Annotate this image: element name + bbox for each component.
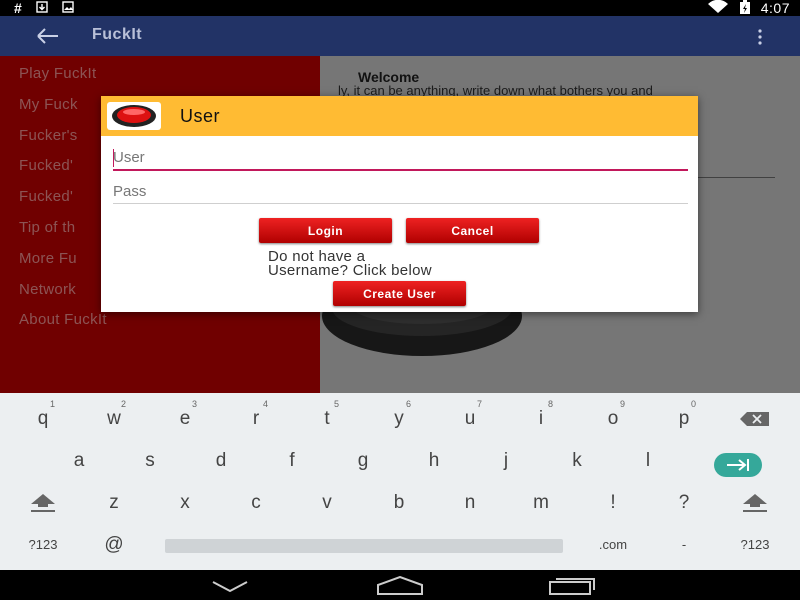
key-b[interactable]: b [369,483,429,523]
dotcom-key[interactable]: .com [583,525,643,565]
login-button[interactable]: Login [259,218,392,243]
soft-keyboard: q1 w2 e3 r4 t5 y6 u7 i8 o9 p0 a s d f g … [0,393,800,570]
wifi-icon [707,0,729,17]
signup-hint-line2: Username? Click below [268,262,432,279]
status-bar: # 4:07 [0,0,800,16]
key-i[interactable]: i8 [511,399,571,439]
cancel-button[interactable]: Cancel [406,218,539,243]
keyboard-row-3: z x c v b n m ! ? [0,483,800,525]
key-n[interactable]: n [440,483,500,523]
back-arrow-icon[interactable] [34,25,62,47]
key-e[interactable]: e3 [155,399,215,439]
shift-icon [743,493,767,512]
key-q[interactable]: q1 [13,399,73,439]
dialog-title: User [180,106,221,126]
symbols-key-right[interactable]: ?123 [725,525,785,565]
key-l[interactable]: l [618,441,678,481]
key-y[interactable]: y6 [369,399,429,439]
backspace-key[interactable] [725,399,785,439]
key-g[interactable]: g [333,441,393,481]
nav-home-icon[interactable] [375,575,425,600]
text-cursor [113,149,114,167]
key-exclamation[interactable]: ! [583,483,643,523]
key-a[interactable]: a [49,441,109,481]
symbols-key-left[interactable]: ?123 [13,525,73,565]
app-logo-icon [107,102,161,130]
key-v[interactable]: v [297,483,357,523]
keyboard-row-1: q1 w2 e3 r4 t5 y6 u7 i8 o9 p0 [0,399,800,441]
key-z[interactable]: z [84,483,144,523]
password-field[interactable] [113,180,688,204]
key-w[interactable]: w2 [84,399,144,439]
key-u[interactable]: u7 [440,399,500,439]
system-nav-bar [0,570,800,600]
key-at[interactable]: @ [84,525,144,565]
shift-key-left[interactable] [13,483,73,523]
key-m[interactable]: m [511,483,571,523]
key-f[interactable]: f [262,441,322,481]
create-user-button[interactable]: Create User [333,281,466,306]
key-s[interactable]: s [120,441,180,481]
battery-charging-icon [739,0,751,17]
key-x[interactable]: x [155,483,215,523]
shift-icon [31,493,55,512]
signup-hint: Do not have a Username? Click below [268,249,558,279]
key-dash[interactable]: - [654,525,714,565]
key-k[interactable]: k [547,441,607,481]
username-field[interactable] [113,147,688,171]
key-j[interactable]: j [476,441,536,481]
download-icon [36,0,48,16]
app-bar: FuckIt [0,16,800,56]
key-d[interactable]: d [191,441,251,481]
hash-icon: # [14,0,22,16]
image-icon [62,0,74,16]
overflow-menu-icon[interactable] [752,26,768,48]
space-bar[interactable] [165,539,563,553]
key-r[interactable]: r4 [226,399,286,439]
key-o[interactable]: o9 [583,399,643,439]
key-h[interactable]: h [404,441,464,481]
tab-next-icon [727,459,749,471]
nav-back-icon[interactable] [209,576,251,599]
backspace-icon [739,408,771,429]
key-t[interactable]: t5 [297,399,357,439]
key-question[interactable]: ? [654,483,714,523]
nav-recents-icon[interactable] [548,576,596,600]
login-dialog: User Login Cancel Do not have a Username… [101,96,698,312]
key-p[interactable]: p0 [654,399,714,439]
keyboard-row-2: a s d f g h j k l [0,441,800,483]
key-c[interactable]: c [226,483,286,523]
app-title: FuckIt [92,26,143,43]
dialog-header: User [101,96,698,136]
clock: 4:07 [760,0,790,16]
shift-key-right[interactable] [725,483,785,523]
enter-key[interactable] [714,453,762,477]
